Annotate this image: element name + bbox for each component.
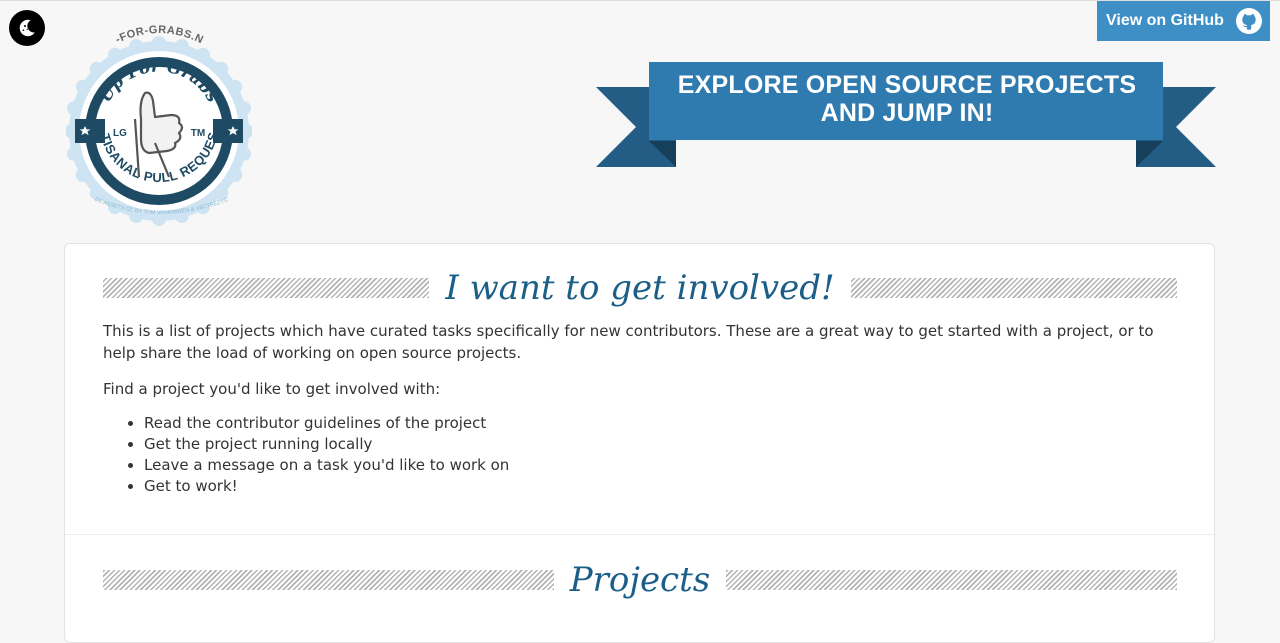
heading-stripe-left <box>103 570 554 590</box>
theme-toggle-button[interactable] <box>9 10 45 46</box>
heading-stripe-left <box>103 278 430 298</box>
list-item: Leave a message on a task you'd like to … <box>144 455 509 476</box>
hero-banner: EXPLORE OPEN SOURCE PROJECTS AND JUMP IN… <box>596 61 1216 169</box>
projects-heading-text: Projects <box>569 560 711 600</box>
logo-right-tag: TM <box>191 128 205 139</box>
intro-prompt: Find a project you'd like to get involve… <box>103 380 441 398</box>
up-for-grabs-logo[interactable]: UP-FOR-GRABS.NET <box>66 21 252 236</box>
steps-list: Read the contributor guidelines of the p… <box>103 413 509 497</box>
github-button-label: View on GitHub <box>1106 12 1224 29</box>
section-divider <box>65 534 1214 535</box>
logo-left-tag: LG <box>113 128 127 139</box>
intro-description: This is a list of projects which have cu… <box>103 322 1154 362</box>
list-item: Read the contributor guidelines of the p… <box>144 413 509 434</box>
heading-stripe-right <box>726 570 1178 590</box>
moon-icon <box>19 19 35 37</box>
intro-heading: I want to get involved! <box>103 268 1178 308</box>
list-item: Get the project running locally <box>144 434 509 455</box>
banner-title: EXPLORE OPEN SOURCE PROJECTS AND JUMP IN… <box>677 71 1137 127</box>
main-card: I want to get involved! This is a list o… <box>64 243 1215 643</box>
list-item: Get to work! <box>144 476 509 497</box>
heading-stripe-right <box>850 278 1178 298</box>
intro-heading-text: I want to get involved! <box>445 268 835 308</box>
github-octocat-icon <box>1235 7 1263 35</box>
view-on-github-button[interactable]: View on GitHub <box>1097 1 1270 41</box>
projects-heading: Projects <box>103 560 1178 600</box>
